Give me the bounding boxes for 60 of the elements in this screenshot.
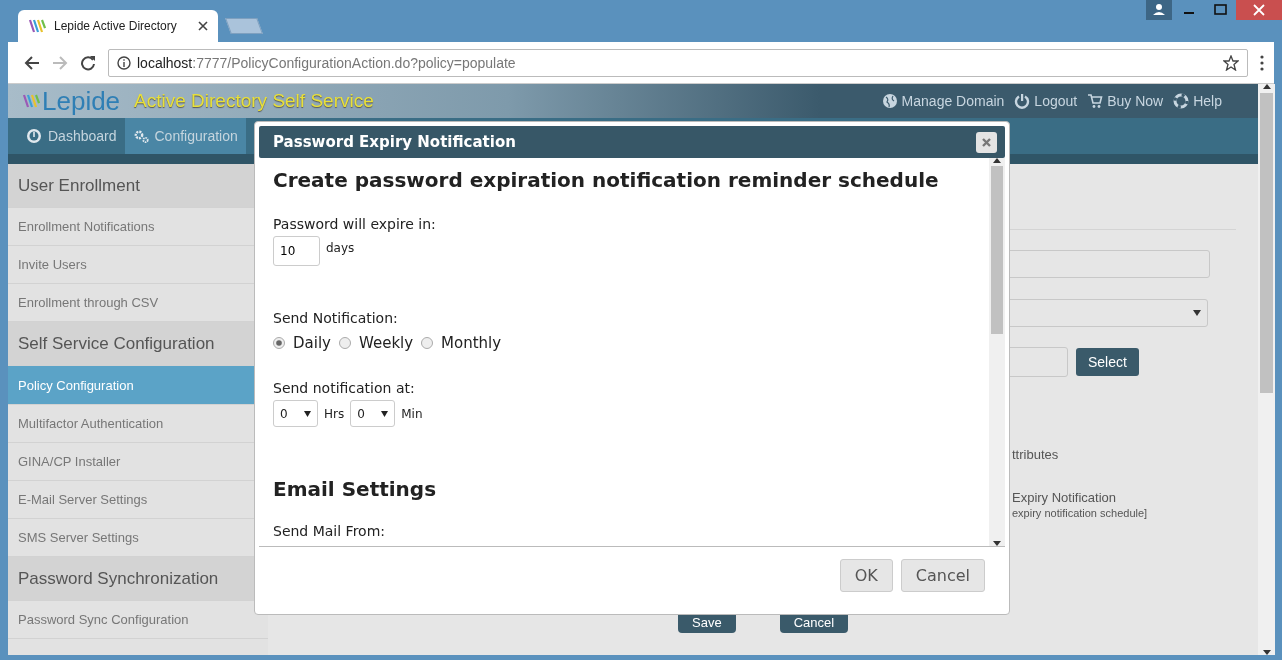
radio-button[interactable]	[338, 337, 351, 349]
field-label: Send Mail From:	[273, 523, 386, 539]
app-logo: Lepide	[42, 85, 121, 117]
unit-label: Hrs	[324, 406, 345, 421]
section-heading: Email Settings	[273, 477, 438, 501]
time-dropdown[interactable]: 0	[273, 400, 318, 427]
address-bar[interactable]: localhost:7777/PolicyConfigurationAction.do?policy=populate	[108, 48, 1248, 77]
caret-icon	[304, 410, 311, 417]
power-icon	[1014, 93, 1031, 109]
radio-label[interactable]: Weekly	[358, 334, 414, 352]
dialog-button[interactable]: OK	[839, 559, 893, 592]
radio-label[interactable]: Monthly	[441, 334, 502, 352]
menu-icon[interactable]	[1260, 54, 1264, 71]
dialog-button[interactable]: Cancel	[900, 559, 985, 592]
caret-icon	[1193, 310, 1201, 316]
nav-tab[interactable]: Configuration	[124, 118, 246, 154]
radio-button[interactable]	[273, 337, 285, 349]
user-icon[interactable]	[1146, 0, 1172, 20]
header-link[interactable]: Help	[1173, 93, 1222, 109]
field-label: Send notification at:	[273, 380, 416, 396]
logo-stripes-icon	[22, 93, 40, 109]
close-icon[interactable]	[1236, 0, 1282, 20]
notification-title: Expiry Notification	[1012, 490, 1118, 505]
unit-label: days	[326, 241, 355, 255]
gauge-icon	[26, 128, 42, 144]
days-input[interactable]: 10	[273, 236, 320, 266]
caret-icon	[381, 410, 389, 417]
time-dropdown[interactable]: 0	[350, 400, 396, 427]
cart-icon	[1087, 93, 1104, 109]
header-link[interactable]: Manage Domain	[881, 93, 1005, 109]
back-arrow-icon[interactable]	[24, 54, 40, 71]
notification-note: expiry notification schedule]	[1012, 507, 1149, 519]
unit-label: Min	[401, 406, 423, 421]
nav-tab[interactable]: Dashboard	[18, 118, 125, 154]
lifebuoy-icon	[1173, 93, 1190, 109]
scroll-down-icon[interactable]	[1262, 650, 1271, 655]
reload-icon[interactable]	[80, 54, 96, 71]
info-icon	[117, 55, 131, 70]
radio-label[interactable]: Daily	[293, 334, 331, 352]
field-label: Password will expire in:	[273, 216, 437, 232]
page-scrollbar[interactable]	[1258, 84, 1275, 655]
tab-favicon-icon	[28, 18, 46, 34]
header-link[interactable]: Buy Now	[1087, 93, 1164, 109]
close-icon	[982, 137, 991, 147]
section-heading: Create password expiration notification reminder schedule	[273, 168, 940, 192]
dialog-close-button[interactable]	[976, 131, 997, 153]
attributes-label: ttributes	[1012, 447, 1060, 462]
product-name: Active Directory Self Service	[134, 90, 375, 112]
radio-button[interactable]	[421, 337, 434, 349]
gear-icon	[132, 128, 149, 144]
dialog-scrollbar[interactable]	[989, 158, 1005, 546]
dialog-title: Password Expiry Notification	[273, 133, 516, 151]
select-button[interactable]: Select	[1076, 348, 1139, 376]
scroll-down-icon[interactable]	[993, 541, 1001, 546]
star-icon[interactable]	[1223, 54, 1239, 71]
globe-icon	[881, 93, 898, 109]
field-label: Send Notification:	[273, 310, 399, 326]
close-icon[interactable]	[198, 21, 208, 31]
browser-tab[interactable]: Lepide Active Directory	[18, 10, 218, 42]
header-link[interactable]: Logout	[1014, 93, 1078, 109]
